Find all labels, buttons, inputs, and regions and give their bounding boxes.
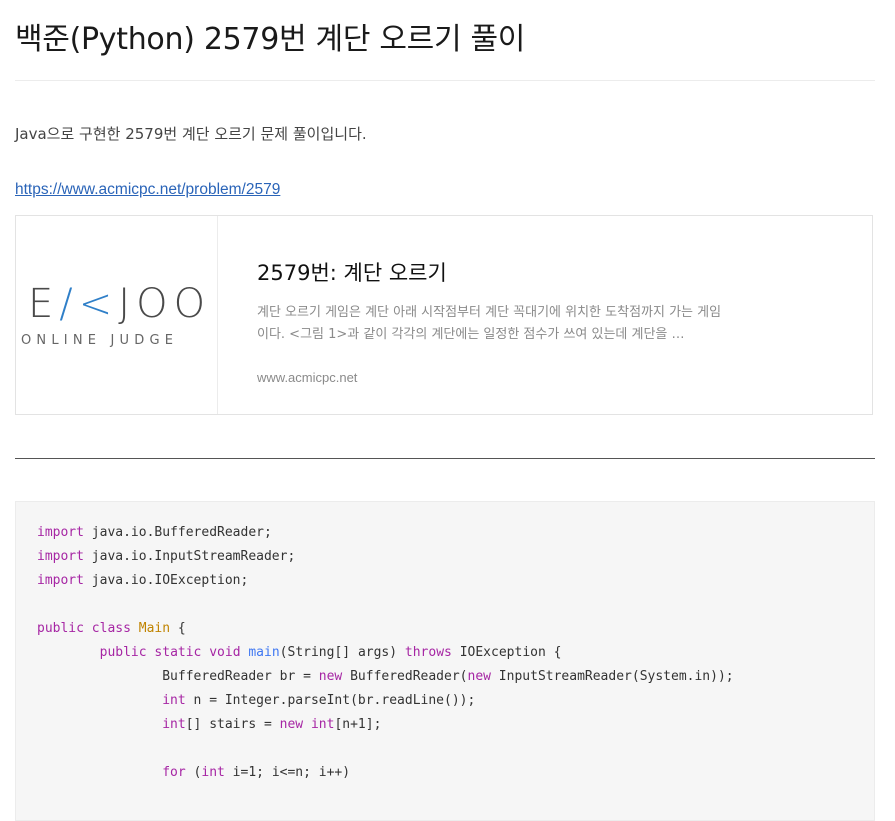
section-divider — [15, 458, 875, 459]
code-text: InputStreamReader(System.in)); — [490, 669, 734, 684]
card-description: 계단 오르기 게임은 계단 아래 시작점부터 계단 꼭대기에 위치한 도착점까지… — [257, 305, 722, 342]
title-divider — [15, 80, 875, 81]
code-text: java.io.InputStreamReader; — [83, 549, 296, 564]
code-text: i=1; i<=n; i++) — [224, 765, 351, 780]
code-keyword: void — [209, 645, 241, 660]
code-line: import java.io.InputStreamReader; — [37, 545, 295, 569]
code-keyword: int — [162, 717, 186, 732]
code-keyword: public — [99, 645, 147, 660]
code-line: public class Main { — [37, 617, 186, 641]
intro-text: Java으로 구현한 2579번 계단 오르기 문제 풀이입니다. — [15, 125, 367, 143]
code-text: IOException { — [451, 645, 562, 660]
code-keyword: int — [162, 693, 186, 708]
page-title: 백준(Python) 2579번 계단 오르기 풀이 — [15, 22, 526, 57]
code-text: n = Integer.parseInt(br.readLine()); — [185, 693, 476, 708]
link-preview-card[interactable]: E/<JOO ONLINE JUDGE 2579번: 계단 오르기 계단 오르기… — [15, 215, 873, 415]
code-text: BufferedReader( — [342, 669, 468, 684]
baekjoon-logo: E/<JOO — [28, 284, 218, 324]
code-line: int[] stairs = new int[n+1]; — [37, 713, 381, 737]
code-line: import java.io.IOException; — [37, 569, 248, 593]
code-text: ( — [185, 765, 202, 780]
code-text: java.io.BufferedReader; — [83, 525, 272, 540]
logo-subtitle: ONLINE JUDGE — [21, 333, 179, 348]
card-thumbnail: E/<JOO ONLINE JUDGE — [16, 216, 218, 414]
code-line: BufferedReader br = new BufferedReader(n… — [37, 665, 734, 689]
code-function: main — [248, 645, 280, 660]
code-text: [n+1]; — [334, 717, 382, 732]
code-text: { — [170, 621, 186, 636]
logo-k: /< — [59, 281, 119, 327]
code-line: for (int i=1; i<=n; i++) — [37, 761, 350, 785]
problem-link[interactable]: https://www.acmicpc.net/problem/2579 — [15, 181, 280, 199]
code-keyword: int — [201, 765, 225, 780]
code-type: Main — [138, 621, 171, 636]
card-title[interactable]: 2579번: 계단 오르기 — [257, 257, 447, 287]
logo-joo: JOO — [118, 281, 212, 327]
code-keyword: throws — [404, 645, 452, 660]
code-keyword: int — [310, 717, 335, 732]
code-text: (String[] args) — [279, 645, 405, 660]
code-keyword: import — [37, 549, 84, 564]
code-keyword: new — [279, 717, 304, 732]
code-keyword: public — [37, 621, 84, 636]
code-keyword: class — [91, 621, 131, 636]
code-text: BufferedReader br = — [162, 669, 319, 684]
code-line: int n = Integer.parseInt(br.readLine()); — [37, 689, 475, 713]
logo-e: E — [28, 281, 60, 327]
code-keyword: new — [467, 669, 491, 684]
code-text: java.io.IOException; — [83, 573, 249, 588]
code-text: [] stairs = — [185, 717, 280, 732]
code-line: public static void main(String[] args) t… — [37, 641, 562, 665]
code-keyword: import — [37, 573, 84, 588]
code-keyword: for — [162, 765, 186, 780]
code-keyword: import — [37, 525, 84, 540]
code-block: import java.io.BufferedReader; import ja… — [15, 501, 875, 821]
code-line: import java.io.BufferedReader; — [37, 521, 272, 545]
code-keyword: new — [318, 669, 343, 684]
card-domain: www.acmicpc.net — [257, 370, 358, 385]
code-keyword: static — [154, 645, 202, 660]
